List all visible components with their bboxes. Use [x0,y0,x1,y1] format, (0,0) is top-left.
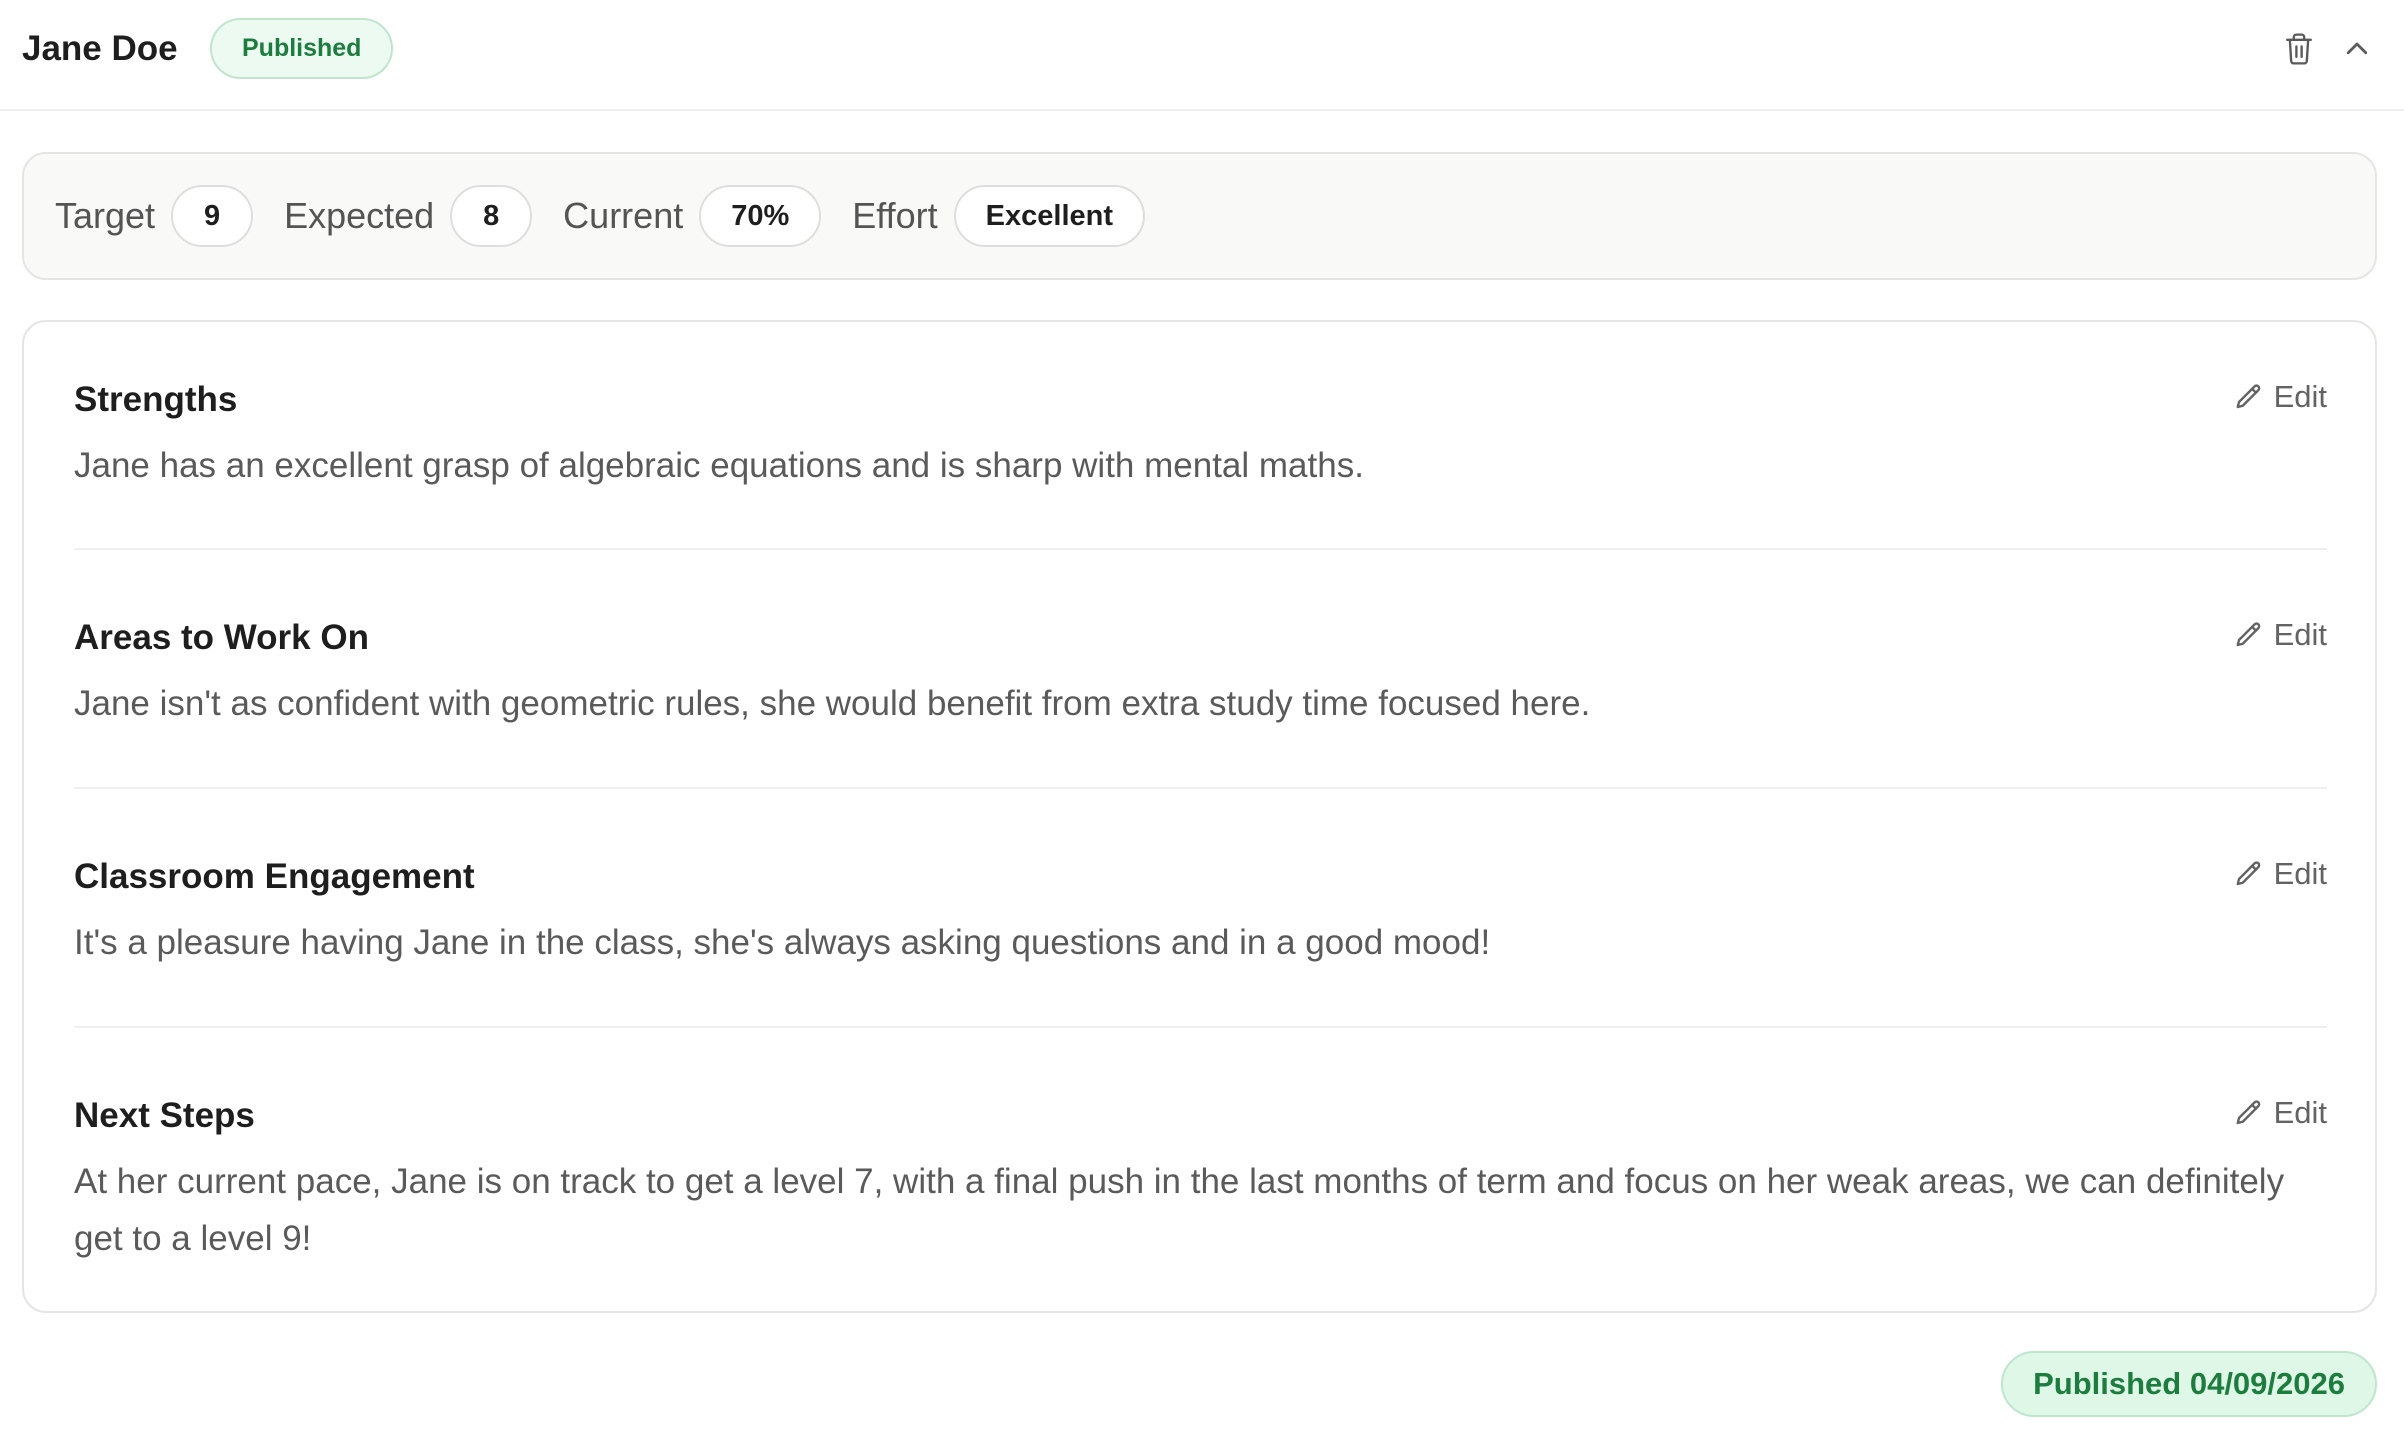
divider [74,1026,2327,1028]
grade-current: Current 70% [563,185,822,247]
pencil-icon [2236,1100,2260,1125]
section-text: Jane isn't as confident with geometric r… [74,684,1591,723]
edit-strengths-button[interactable]: Edit [2234,379,2327,415]
grades-summary: Target 9 Expected 8 Current 70% Effort E… [22,152,2377,280]
grade-value: Excellent [953,185,1145,247]
pencil-icon [2236,861,2260,886]
edit-areas-button[interactable]: Edit [2234,617,2327,653]
grade-label: Expected [284,195,435,236]
pencil-icon [2236,622,2260,647]
section-text: Jane has an excellent grasp of algebraic… [74,446,1364,485]
edit-label: Edit [2273,379,2327,414]
pencil-icon [2236,384,2260,409]
section-text: It's a pleasure having Jane in the class… [74,923,1491,962]
grade-expected: Expected 8 [284,185,533,247]
grade-value: 70% [699,185,822,247]
edit-label: Edit [2273,856,2327,891]
grade-value: 8 [450,185,533,247]
section-title: Strengths [74,380,238,419]
edit-next-steps-button[interactable]: Edit [2234,1095,2327,1131]
divider [74,787,2327,789]
grade-target: Target 9 [55,185,254,247]
grade-effort: Effort Excellent [852,185,1145,247]
student-name: Jane Doe [22,29,178,68]
section-title: Classroom Engagement [74,857,475,896]
grade-label: Effort [852,195,938,236]
section-text: At her current pace, Jane is on track to… [74,1162,2285,1258]
published-date-badge: Published 04/09/2026 [2001,1351,2377,1417]
edit-label: Edit [2273,1095,2327,1130]
edit-label: Edit [2273,617,2327,652]
report-header: Jane Doe Published [0,0,2404,111]
grade-label: Target [55,195,156,236]
comments-card: Strengths Edit Jane has an excellent gra… [22,320,2377,1313]
trash-icon [2286,33,2312,65]
divider [74,548,2327,550]
grade-value: 9 [171,185,254,247]
delete-button[interactable] [2277,27,2321,71]
section-title: Next Steps [74,1096,255,1135]
grade-label: Current [563,195,684,236]
section-title: Areas to Work On [74,618,369,657]
status-badge: Published [210,18,394,79]
chevron-up-icon [2346,42,2368,55]
collapse-button[interactable] [2335,27,2379,71]
edit-engagement-button[interactable]: Edit [2234,856,2327,892]
